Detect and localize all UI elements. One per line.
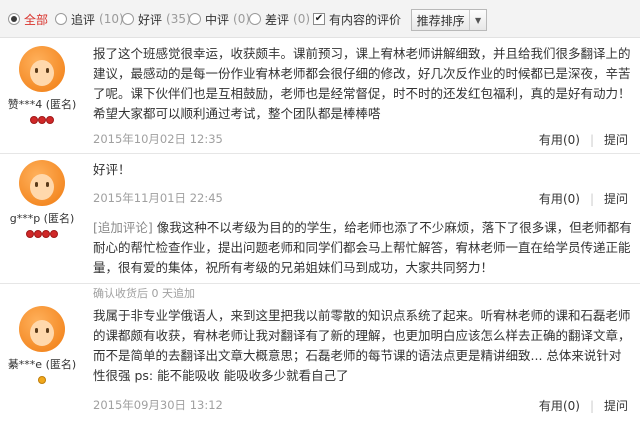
divider: |: [589, 191, 594, 206]
username: 綦***e (匿名): [7, 358, 77, 371]
followup-tag: [追加评论]: [93, 220, 153, 235]
gem-icon: [50, 230, 58, 238]
gem-icon: [26, 230, 34, 238]
filter-followup-count: (10): [99, 12, 124, 26]
username: g***p (匿名): [9, 212, 75, 225]
review-content: 好评！: [93, 162, 131, 177]
gem-icon: [46, 116, 54, 124]
avatar: [19, 160, 65, 206]
review-content: 我属于非专业学俄语人，来到这里把我以前零散的知识点系统了起来。听宥林老师的课和石…: [93, 308, 631, 383]
filter-negative-radio[interactable]: [249, 13, 261, 25]
review-item: 綦***e (匿名) 我属于非专业学俄语人，来到这里把我以前零散的知识点系统了起…: [0, 300, 640, 425]
filter-has-content[interactable]: ✔ 有内容的评价: [313, 11, 401, 27]
review-date: 2015年11月01日 22:45: [93, 191, 223, 205]
avatar: [19, 46, 65, 92]
review-filter-bar: 全部 追评 (10) 好评 (35) 中评 (0) 差评 (0) ✔ 有内容的评…: [0, 0, 640, 38]
filter-negative-label: 差评: [265, 12, 290, 27]
review-user: 綦***e (匿名): [0, 306, 84, 386]
useful-button[interactable]: 有用(0): [539, 397, 580, 414]
review-actions: 有用(0) | 提问: [539, 397, 628, 414]
filter-negative[interactable]: 差评 (0): [249, 11, 310, 27]
filter-all-radio[interactable]: [8, 13, 20, 25]
avatar: [19, 306, 65, 352]
useful-count: (0): [562, 399, 580, 413]
gem-icon: [38, 116, 46, 124]
filter-neutral-label: 中评: [205, 12, 230, 27]
filter-followup-label: 追评: [71, 12, 96, 27]
filter-followup-radio[interactable]: [55, 13, 67, 25]
gem-icon: [30, 116, 38, 124]
useful-label: 有用: [538, 192, 563, 206]
gem-icon: [42, 230, 50, 238]
useful-label: 有用: [538, 133, 563, 147]
ask-button[interactable]: 提问: [604, 397, 628, 414]
user-level-badges: [0, 116, 84, 126]
filter-followup[interactable]: 追评 (10): [55, 11, 124, 27]
useful-label: 有用: [538, 399, 563, 413]
sort-dropdown-label: 推荐排序: [416, 13, 465, 28]
review-user: 赞***4 (匿名): [0, 46, 84, 126]
medal-icon: [38, 376, 46, 384]
filter-neutral-count: (0): [233, 12, 251, 26]
filter-all[interactable]: 全部: [8, 11, 48, 27]
chevron-down-icon[interactable]: ▼: [469, 10, 486, 30]
review-content: 报了这个班感觉很幸运，收获颇丰。课前预习，课上宥林老师讲解细致，并且给我们很多翻…: [93, 46, 631, 121]
user-level-badges: [0, 230, 84, 240]
filter-neutral[interactable]: 中评 (0): [189, 11, 250, 27]
review-actions: 有用(0) | 提问: [539, 190, 628, 207]
filter-neutral-radio[interactable]: [189, 13, 201, 25]
gem-icon: [34, 230, 42, 238]
useful-count: (0): [562, 192, 580, 206]
divider: |: [589, 398, 594, 413]
review-item: 赞***4 (匿名) 报了这个班感觉很幸运，收获颇丰。课前预习，课上宥林老师讲解…: [0, 38, 640, 154]
review-item: g***p (匿名) 好评！ 2015年11月01日 22:45 有用(0) |…: [0, 154, 640, 300]
useful-count: (0): [562, 133, 580, 147]
divider: |: [589, 132, 594, 147]
username: 赞***4 (匿名): [7, 98, 77, 111]
filter-positive-count: (35): [166, 12, 191, 26]
followup-meta: 确认收货后 0 天追加: [93, 287, 195, 300]
has-content-checkbox[interactable]: ✔: [313, 13, 325, 25]
followup-review: [追加评论] 像我这种不以考级为目的的学生，给老师也添了不少麻烦，落下了很多课，…: [93, 218, 633, 278]
filter-all-label: 全部: [24, 12, 49, 27]
sort-dropdown[interactable]: 推荐排序 ▼: [411, 9, 487, 31]
review-user: g***p (匿名): [0, 160, 84, 240]
filter-negative-count: (0): [293, 12, 311, 26]
followup-content: 像我这种不以考级为目的的学生，给老师也添了不少麻烦，落下了很多课，但老师都有耐心…: [93, 220, 632, 275]
useful-button[interactable]: 有用(0): [539, 190, 580, 207]
user-level-badges: [0, 376, 84, 386]
useful-button[interactable]: 有用(0): [539, 131, 580, 148]
review-date: 2015年10月02日 12:35: [93, 132, 223, 146]
ask-button[interactable]: 提问: [604, 131, 628, 148]
filter-positive[interactable]: 好评 (35): [122, 11, 191, 27]
ask-button[interactable]: 提问: [604, 190, 628, 207]
filter-positive-label: 好评: [138, 12, 163, 27]
filter-positive-radio[interactable]: [122, 13, 134, 25]
has-content-label: 有内容的评价: [329, 12, 402, 27]
review-actions: 有用(0) | 提问: [539, 131, 628, 148]
review-date: 2015年09月30日 13:12: [93, 398, 223, 412]
